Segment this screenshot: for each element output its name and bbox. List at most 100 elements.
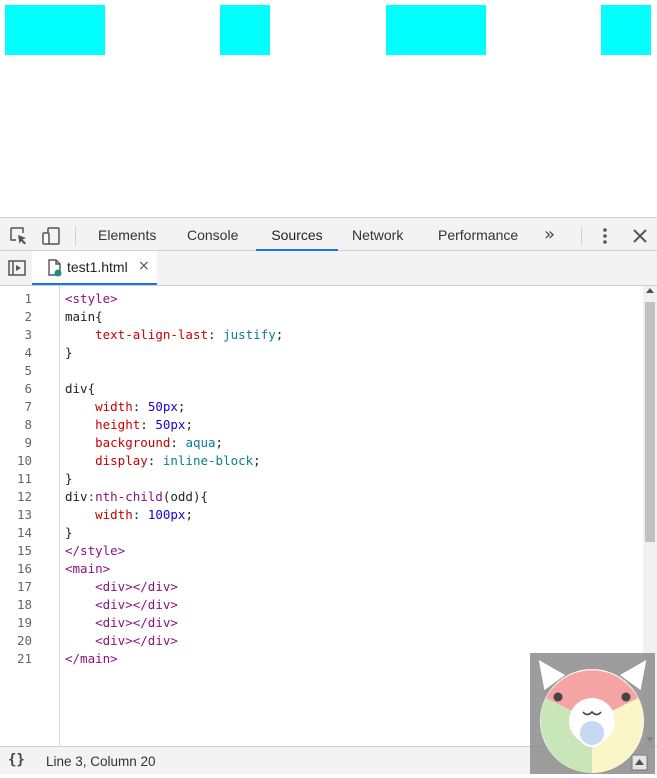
code-token: width (95, 399, 133, 414)
page-preview (0, 0, 657, 217)
code-token: main{ (65, 309, 103, 324)
code-line: </style> (65, 543, 125, 558)
line-number[interactable]: 9 (0, 435, 32, 450)
device-toolbar-icon[interactable] (41, 226, 61, 246)
tab-sources[interactable]: Sources (256, 218, 338, 251)
code-token: width (95, 507, 133, 522)
code-token: (odd){ (162, 489, 208, 504)
aqua-box-1 (5, 5, 105, 55)
line-number[interactable]: 20 (0, 633, 32, 648)
line-number[interactable]: 3 (0, 327, 32, 342)
code-token: } (65, 471, 73, 486)
line-number[interactable]: 8 (0, 417, 32, 432)
code-line: } (65, 345, 73, 360)
line-number[interactable]: 6 (0, 381, 32, 396)
code-token: <div></div> (95, 597, 178, 612)
code-token: justify (223, 327, 276, 342)
code-token: ; (177, 399, 186, 414)
code-line: main{ (65, 309, 103, 324)
code-token: height (95, 417, 141, 432)
line-number[interactable]: 1 (0, 291, 32, 306)
line-number-gutter: 1 2 3 4 5 6 7 8 9 10 11 12 13 14 15 16 17 18 19 20 21 (0, 286, 60, 746)
code-token: ; (275, 327, 284, 342)
code-token: : (208, 327, 224, 342)
toolbar-divider (75, 227, 76, 245)
code-token: <div></div> (95, 633, 178, 648)
code-line: <div></div> (65, 615, 178, 630)
scroll-up-arrow-icon[interactable] (646, 288, 654, 293)
more-tabs-icon[interactable]: » (544, 224, 555, 245)
code-token: text-align-last (95, 327, 208, 342)
close-file-icon[interactable]: × (138, 258, 150, 274)
code-token: ; (215, 435, 224, 450)
line-number[interactable]: 16 (0, 561, 32, 576)
line-number[interactable]: 10 (0, 453, 32, 468)
code-token: <main> (65, 561, 111, 576)
code-line: </main> (65, 651, 118, 666)
line-number[interactable]: 2 (0, 309, 32, 324)
code-token: </main> (65, 651, 118, 666)
file-name: test1.html (67, 259, 128, 275)
code-line: width: 50px; (65, 399, 185, 414)
code-token: ; (253, 453, 261, 468)
code-line: display: inline-block; (65, 453, 261, 468)
code-token: div (65, 489, 88, 504)
file-tab-test1[interactable]: test1.html × (32, 251, 157, 285)
line-number[interactable]: 13 (0, 507, 32, 522)
line-number[interactable]: 14 (0, 525, 32, 540)
line-number[interactable]: 12 (0, 489, 32, 504)
code-line: <div></div> (65, 597, 178, 612)
line-number[interactable]: 18 (0, 597, 32, 612)
code-line: height: 50px; (65, 417, 193, 432)
line-number[interactable]: 17 (0, 579, 32, 594)
pretty-print-icon[interactable]: {} (8, 752, 25, 768)
close-devtools-icon[interactable] (630, 226, 650, 246)
toolbar-divider (581, 227, 582, 245)
line-number[interactable]: 4 (0, 345, 32, 360)
code-line: <main> (65, 561, 110, 576)
line-number[interactable]: 15 (0, 543, 32, 558)
file-icon (45, 258, 65, 278)
code-token: :nth-child (87, 489, 163, 504)
code-token: </style> (65, 543, 126, 558)
cursor-position: Line 3, Column 20 (46, 754, 156, 769)
tab-network[interactable]: Network (342, 218, 413, 251)
code-line: div{ (65, 381, 95, 396)
code-token: : (147, 453, 163, 468)
code-token: aqua (185, 435, 216, 450)
line-number[interactable]: 11 (0, 471, 32, 486)
tab-performance[interactable]: Performance (428, 218, 528, 251)
line-number[interactable]: 7 (0, 399, 32, 414)
inspect-element-icon[interactable] (9, 226, 29, 246)
code-token: div{ (65, 381, 96, 396)
line-number[interactable]: 21 (0, 651, 32, 666)
code-token: <div></div> (95, 615, 178, 630)
code-token: 50px (147, 399, 178, 414)
code-line: width: 100px; (65, 507, 193, 522)
code-token: ; (185, 417, 193, 432)
code-line: <div></div> (65, 579, 178, 594)
toggle-navigator-icon[interactable] (7, 258, 27, 278)
code-token: : (140, 417, 156, 432)
code-line: } (65, 525, 73, 540)
code-token: } (65, 345, 73, 360)
scrollbar-thumb[interactable] (645, 302, 655, 542)
aqua-box-3 (386, 5, 486, 55)
line-number[interactable]: 19 (0, 615, 32, 630)
kebab-menu-icon[interactable] (595, 226, 615, 246)
tab-console[interactable]: Console (177, 218, 248, 251)
line-number[interactable]: 5 (0, 363, 32, 378)
aqua-box-2 (220, 5, 270, 55)
code-line: text-align-last: justify; (65, 327, 283, 342)
code-token: <div></div> (95, 579, 178, 594)
tab-elements[interactable]: Elements (88, 218, 166, 251)
code-token: background (95, 435, 171, 450)
code-line: } (65, 471, 73, 486)
